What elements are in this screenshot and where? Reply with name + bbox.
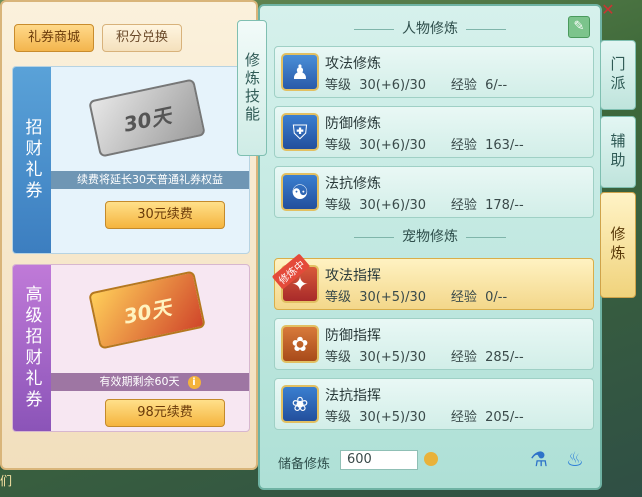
skill-level: 等级 30(+5)/30 经验 0/--: [325, 290, 508, 305]
skill-name: 法抗指挥: [325, 388, 381, 404]
paw-shield-icon: ✿: [281, 325, 319, 363]
info-icon[interactable]: i: [187, 376, 201, 389]
gift-voucher-card: 招财礼券 30天 续费将延长30天普通礼券权益 30元续费: [12, 66, 250, 254]
flame-icon[interactable]: ♨: [562, 446, 588, 472]
skill-item-resist[interactable]: ☯ 法抗修炼 等级 30(+6)/30 经验 178/--: [274, 166, 594, 218]
shield-icon: ⛨: [281, 113, 319, 151]
skill-name: 攻法修炼: [325, 56, 381, 72]
skill-item-resist-command[interactable]: ❀ 法抗指挥 等级 30(+5)/30 经验 205/--: [274, 378, 594, 430]
skill-level: 等级 30(+6)/30 经验 163/--: [325, 138, 524, 153]
skill-item-defense[interactable]: ⛨ 防御修炼 等级 30(+6)/30 经验 163/--: [274, 106, 594, 158]
skill-level: 等级 30(+6)/30 经验 6/--: [325, 78, 508, 93]
reserve-value: 600: [340, 450, 418, 470]
tab-sect[interactable]: 门派: [600, 40, 636, 110]
card-title: 招财礼券: [13, 67, 51, 253]
tab-points-exchange[interactable]: 积分兑换: [102, 24, 183, 52]
renew-30-button[interactable]: 30元续费: [105, 201, 225, 229]
yin-yang-icon: ☯: [281, 173, 319, 211]
shop-tabs: 礼券商城 积分兑换: [14, 24, 183, 52]
premium-ticket-icon: 30天: [88, 270, 206, 350]
reserve-footer: 储备修炼 600 ⚗ ♨: [274, 447, 594, 474]
skill-item-defense-command[interactable]: ✿ 防御指挥 等级 30(+5)/30 经验 285/--: [274, 318, 594, 370]
skill-name: 防御指挥: [325, 328, 381, 344]
background-text: 们: [0, 474, 13, 488]
skill-item-attack-command[interactable]: ✦ 修炼中 攻法指挥 等级 30(+5)/30 经验 0/--: [271, 253, 594, 310]
character-section-title: 人物修炼: [260, 18, 600, 40]
reserve-label: 储备修炼: [278, 457, 331, 472]
skill-name: 法抗修炼: [325, 176, 381, 192]
tab-cultivation-skill[interactable]: 修炼技能: [237, 20, 267, 156]
skill-level: 等级 30(+6)/30 经验 178/--: [325, 198, 524, 213]
skill-level: 等级 30(+5)/30 经验 285/--: [325, 350, 524, 365]
skill-item-attack[interactable]: ♟ 攻法修炼 等级 30(+6)/30 经验 6/--: [274, 46, 594, 98]
attack-skill-icon: ♟: [281, 53, 319, 91]
card-note: 有效期剩余60天 i: [51, 373, 249, 391]
card-title: 高级招财礼券: [13, 265, 51, 431]
voucher-ticket-icon: 30天: [88, 78, 206, 158]
renew-98-button[interactable]: 98元续费: [105, 399, 225, 427]
paw-icon: ❀: [281, 385, 319, 423]
coin-icon: [424, 452, 438, 466]
premium-voucher-card: 高级招财礼券 30天 有效期剩余60天 i 98元续费: [12, 264, 250, 432]
skill-name: 攻法指挥: [325, 268, 381, 284]
tab-gift-shop[interactable]: 礼券商城: [14, 24, 95, 52]
potion-icon[interactable]: ⚗: [526, 446, 552, 472]
close-icon[interactable]: ✕: [598, 0, 618, 20]
tab-cultivation[interactable]: 修炼: [600, 192, 636, 298]
skill-name: 防御修炼: [325, 116, 381, 132]
pet-section-title: 宠物修炼: [260, 226, 600, 248]
cultivation-skill-panel: ✎ 人物修炼 ♟ 攻法修炼 等级 30(+6)/30 经验 6/-- ⛨ 防御修…: [258, 4, 602, 490]
remaining-days-text: 有效期剩余60天: [99, 375, 180, 388]
gift-shop-panel: 礼券商城 积分兑换 招财礼券 30天 续费将延长30天普通礼券权益 30元续费 …: [0, 0, 258, 470]
tab-auxiliary[interactable]: 辅助: [600, 116, 636, 188]
card-note: 续费将延长30天普通礼券权益: [51, 171, 249, 189]
skill-level: 等级 30(+5)/30 经验 205/--: [325, 410, 524, 425]
